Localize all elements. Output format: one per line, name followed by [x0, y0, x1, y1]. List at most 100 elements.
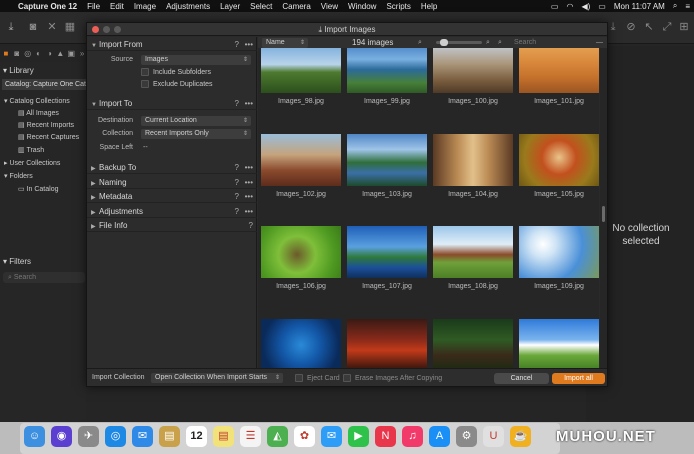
- local-tab-icon[interactable]: ▣: [67, 49, 75, 58]
- filter-search-icon[interactable]: ⌕: [498, 39, 502, 47]
- collection-trash[interactable]: ▥ Trash: [0, 145, 86, 156]
- stickies-icon[interactable]: ▤: [213, 426, 234, 447]
- menu-scripts[interactable]: Scripts: [381, 2, 415, 11]
- delete-icon[interactable]: ✕: [45, 20, 59, 34]
- close-button[interactable]: [92, 26, 99, 33]
- grid-scrollbar[interactable]: [600, 48, 607, 368]
- collection-recent-captures[interactable]: ▤ Recent Captures: [0, 132, 86, 143]
- menu-layer[interactable]: Layer: [215, 2, 245, 11]
- destination-select[interactable]: Current Location ⇕: [141, 116, 251, 126]
- help-icon[interactable]: ?: [235, 97, 239, 110]
- reminders-icon[interactable]: ☰: [240, 426, 261, 447]
- image-thumbnail-cell[interactable]: Images_101.jpg: [516, 48, 599, 119]
- help-icon[interactable]: ?: [235, 176, 239, 189]
- more-tab-icon[interactable]: »: [78, 49, 86, 58]
- menu-select[interactable]: Select: [245, 2, 277, 11]
- image-thumbnail[interactable]: [347, 319, 427, 368]
- capture-one-icon[interactable]: ☕: [510, 426, 531, 447]
- filters-search-input[interactable]: ⌕ Search: [3, 272, 85, 283]
- photos-icon[interactable]: ✿: [294, 426, 315, 447]
- details-tab-icon[interactable]: ▲: [56, 49, 64, 58]
- finder-icon[interactable]: ☺: [24, 426, 45, 447]
- image-thumbnail-cell[interactable]: [516, 317, 599, 368]
- import-all-button[interactable]: Import all: [552, 373, 605, 384]
- collapse-icon[interactable]: —: [596, 39, 603, 46]
- more-icon[interactable]: •••: [245, 161, 253, 174]
- image-thumbnail[interactable]: [433, 134, 513, 186]
- menu-app[interactable]: Capture One 12: [13, 2, 82, 11]
- section-import-from[interactable]: ▼ Import From ? •••: [87, 38, 257, 51]
- download-icon[interactable]: ⤓: [606, 20, 620, 34]
- image-thumbnail[interactable]: [347, 226, 427, 278]
- image-thumbnail-cell[interactable]: Images_102.jpg: [258, 132, 342, 212]
- image-thumbnail-cell[interactable]: Images_100.jpg: [430, 48, 514, 119]
- sort-select[interactable]: Name ⇕: [262, 37, 308, 48]
- news-icon[interactable]: N: [375, 426, 396, 447]
- image-thumbnail[interactable]: [433, 319, 513, 368]
- appstore-icon[interactable]: A: [429, 426, 450, 447]
- image-thumbnail-cell[interactable]: [430, 317, 514, 368]
- section-import-to[interactable]: ▼ Import To ? •••: [87, 97, 257, 110]
- image-thumbnail[interactable]: [261, 48, 341, 93]
- import-collection-select[interactable]: Open Collection When Import Starts ⇕: [151, 373, 283, 383]
- messages-icon[interactable]: ✉: [321, 426, 342, 447]
- image-thumbnail-cell[interactable]: Images_109.jpg: [516, 224, 599, 304]
- cancel-button[interactable]: Cancel: [494, 373, 549, 384]
- grid-search-input[interactable]: Search: [514, 39, 536, 46]
- image-thumbnail[interactable]: [519, 48, 599, 93]
- expand-icon[interactable]: ⤢: [660, 20, 674, 34]
- image-thumbnail-cell[interactable]: Images_104.jpg: [430, 132, 514, 212]
- color-tab-icon[interactable]: ◐: [35, 49, 43, 58]
- source-select[interactable]: Images ⇕: [141, 55, 251, 65]
- image-thumbnail-cell[interactable]: [344, 317, 428, 368]
- image-thumbnail-cell[interactable]: Images_99.jpg: [344, 48, 428, 119]
- zoom-button[interactable]: [114, 26, 121, 33]
- help-icon[interactable]: ?: [235, 161, 239, 174]
- zoom-out-icon[interactable]: ⌕: [418, 39, 422, 47]
- import-icon[interactable]: ⤓: [4, 20, 18, 34]
- clock[interactable]: Mon 11:07 AM: [610, 2, 669, 11]
- image-thumbnail-cell[interactable]: Images_98.jpg: [258, 48, 342, 119]
- help-icon[interactable]: ?: [235, 38, 239, 51]
- zoom-slider-knob[interactable]: [440, 39, 448, 46]
- filters-header[interactable]: ▾ Filters: [0, 256, 86, 268]
- collection-all-images[interactable]: ▤ All Images: [0, 108, 86, 119]
- image-thumbnail[interactable]: [519, 134, 599, 186]
- image-thumbnail[interactable]: [433, 48, 513, 93]
- settings-icon[interactable]: ⚙: [456, 426, 477, 447]
- include-subfolders-checkbox[interactable]: Include Subfolders: [141, 68, 211, 76]
- image-thumbnail-cell[interactable]: [258, 317, 342, 368]
- grid-icon[interactable]: ▦: [63, 20, 77, 34]
- menu-view[interactable]: View: [316, 2, 343, 11]
- menu-camera[interactable]: Camera: [277, 2, 315, 11]
- exposure-tab-icon[interactable]: ◑: [46, 49, 54, 58]
- library-tab-icon[interactable]: ■: [2, 49, 10, 58]
- help-icon[interactable]: ?: [235, 190, 239, 203]
- calendar-icon[interactable]: 12: [186, 426, 207, 447]
- catalog-collections[interactable]: ▾ Catalog Collections: [0, 96, 86, 107]
- menu-edit[interactable]: Edit: [105, 2, 129, 11]
- search-icon[interactable]: ⌕: [669, 1, 681, 11]
- menu-window[interactable]: Window: [343, 2, 381, 11]
- menu-help[interactable]: Help: [416, 2, 442, 11]
- mirroring-icon[interactable]: ▭: [547, 2, 563, 11]
- control-center-icon[interactable]: ≡: [681, 2, 694, 11]
- section-backup-to[interactable]: ▶ Backup To ? •••: [87, 161, 257, 174]
- image-thumbnail[interactable]: [347, 48, 427, 93]
- zoom-in-icon[interactable]: ⌕: [486, 39, 490, 47]
- menu-adjustments[interactable]: Adjustments: [161, 2, 215, 11]
- collection-select[interactable]: Recent Imports Only ⇕: [141, 129, 251, 139]
- music-icon[interactable]: ♫: [402, 426, 423, 447]
- minimize-button[interactable]: [103, 26, 110, 33]
- image-thumbnail-cell[interactable]: Images_108.jpg: [430, 224, 514, 304]
- catalog-selector[interactable]: Catalog: Capture One Catalog: [2, 79, 86, 90]
- section-naming[interactable]: ▶ Naming ? •••: [87, 176, 257, 189]
- collection-recent-imports[interactable]: ▤ Recent Imports: [0, 120, 86, 131]
- library-header[interactable]: ▾ Library: [0, 65, 86, 77]
- image-thumbnail-cell[interactable]: Images_105.jpg: [516, 132, 599, 212]
- camera-icon[interactable]: ◙: [26, 20, 40, 34]
- image-thumbnail[interactable]: [519, 319, 599, 368]
- menu-file[interactable]: File: [82, 2, 105, 11]
- image-thumbnail[interactable]: [261, 134, 341, 186]
- image-thumbnail-cell[interactable]: Images_103.jpg: [344, 132, 428, 212]
